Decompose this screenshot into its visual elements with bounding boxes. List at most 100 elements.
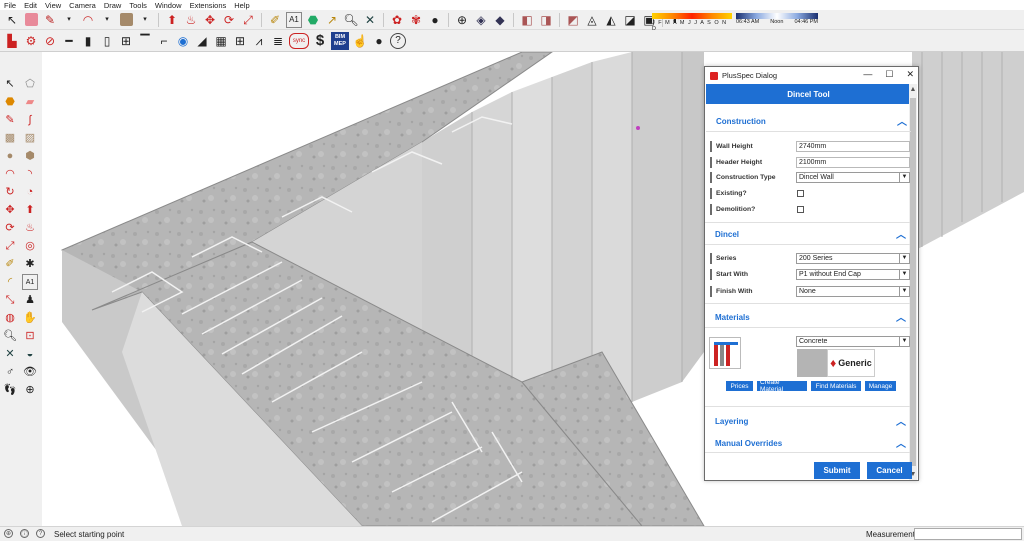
ifc-tool-icon[interactable]: ◉ <box>175 33 191 49</box>
menu-camera[interactable]: Camera <box>69 1 96 10</box>
zoom-window-icon[interactable]: ⊡ <box>22 328 38 344</box>
prices-button[interactable]: Prices <box>726 381 753 391</box>
material-select[interactable]: Concrete ▼ <box>796 336 910 347</box>
line-tool-icon[interactable]: ━ <box>61 33 77 49</box>
collapse-chevron-icon[interactable]: ︿ <box>896 309 906 324</box>
help-icon[interactable]: ? <box>36 529 45 538</box>
dimension-icon[interactable]: ✱ <box>22 256 38 272</box>
previous-view-icon[interactable]: ◒ <box>22 346 38 362</box>
paint-bucket-icon[interactable]: ⬣ <box>305 12 321 28</box>
panel-tool-icon[interactable]: ▮ <box>80 33 96 49</box>
paint-bucket-icon[interactable]: ⬣ <box>2 94 18 110</box>
look-around-icon[interactable]: 👁︎ <box>22 364 38 380</box>
rectangle-icon[interactable] <box>118 12 134 28</box>
geo-location-icon[interactable]: ⊕ <box>4 529 13 538</box>
dropdown-arrow-icon[interactable]: ▾ <box>137 12 153 28</box>
chevron-down-icon[interactable]: ▼ <box>899 287 909 296</box>
cabinet-tool-icon[interactable]: ▦ <box>213 33 229 49</box>
rotate-icon[interactable]: ⟳ <box>221 12 237 28</box>
roof-tool-icon[interactable]: ⩘ <box>251 33 267 49</box>
shadow-date-slider[interactable]: J F M A M J J A S O N D <box>652 13 732 32</box>
warehouse-icon[interactable]: ✿ <box>389 12 405 28</box>
push-pull-icon[interactable]: ⬆ <box>164 12 180 28</box>
finish-with-select[interactable]: None ▼ <box>796 286 910 297</box>
position-camera-icon[interactable]: ♂ <box>2 364 18 380</box>
style-xray-icon[interactable]: ◩ <box>565 12 581 28</box>
window-tool-icon[interactable]: ⊞ <box>118 33 134 49</box>
menu-edit[interactable]: Edit <box>24 1 37 10</box>
circle-dot-icon[interactable]: ● <box>371 33 387 49</box>
chevron-down-icon[interactable]: ▼ <box>899 337 909 346</box>
scale-icon[interactable]: ⤢ <box>240 12 256 28</box>
find-materials-button[interactable]: Find Materials <box>811 381 861 391</box>
column-tool-icon[interactable]: ▯ <box>99 33 115 49</box>
section-plane-icon[interactable]: ◈ <box>473 12 489 28</box>
bim-mep-button[interactable]: BIM MEP <box>331 31 349 50</box>
text-icon[interactable]: A1 <box>286 11 302 28</box>
menu-draw[interactable]: Draw <box>104 1 122 10</box>
hand-icon[interactable]: ☝ <box>352 33 368 49</box>
view-top-icon[interactable]: ◧ <box>519 12 535 28</box>
rotate-icon[interactable]: ⟳ <box>2 220 18 236</box>
help-icon[interactable]: ? <box>390 32 406 49</box>
dropdown-arrow-icon[interactable]: ▾ <box>99 12 115 28</box>
scroll-up-icon[interactable]: ▲ <box>909 86 917 93</box>
pencil-icon[interactable]: ✎ <box>42 12 58 28</box>
collapse-chevron-icon[interactable]: ︿ <box>896 413 906 428</box>
close-icon[interactable]: ✕ <box>906 69 914 80</box>
settings-wheel-icon[interactable]: ⚙ <box>23 33 39 49</box>
menu-window[interactable]: Window <box>155 1 182 10</box>
grid-tool-icon[interactable]: ⊞ <box>232 33 248 49</box>
series-select[interactable]: 200 Series ▼ <box>796 253 910 264</box>
submit-button[interactable]: Submit <box>814 462 860 479</box>
walk-icon[interactable]: 👣︎ <box>2 382 18 398</box>
pencil-icon[interactable]: ✎ <box>2 112 18 128</box>
section-plane-icon[interactable]: ⊕ <box>22 382 38 398</box>
style-hidden-icon[interactable]: ◭ <box>603 12 619 28</box>
chevron-down-icon[interactable]: ▼ <box>899 254 909 263</box>
orbit-icon[interactable]: ◍ <box>2 310 18 326</box>
start-with-select[interactable]: P1 without End Cap ▼ <box>796 269 910 280</box>
header-height-field[interactable]: 2100mm <box>796 157 910 168</box>
sync-icon[interactable]: sync <box>289 32 309 49</box>
section-display-icon[interactable]: ◆ <box>492 12 508 28</box>
maximize-icon[interactable]: ☐ <box>885 69 893 80</box>
menu-view[interactable]: View <box>45 1 61 10</box>
wall-tool-icon[interactable]: ▙ <box>4 33 20 49</box>
orbit-icon[interactable]: ⊕ <box>454 12 470 28</box>
offset-icon[interactable]: ◎ <box>22 238 38 254</box>
arc2-icon[interactable]: ◝ <box>22 166 38 182</box>
protractor-icon[interactable]: ◜ <box>2 274 18 290</box>
menu-extensions[interactable]: Extensions <box>190 1 227 10</box>
scroll-thumb[interactable] <box>910 98 916 466</box>
chevron-down-icon[interactable]: ▼ <box>899 173 909 182</box>
zoom-extents-icon[interactable]: ✕ <box>2 346 18 362</box>
chevron-down-icon[interactable]: ▼ <box>899 270 909 279</box>
move-icon[interactable]: ✥ <box>202 12 218 28</box>
rectangle-icon[interactable]: ▩ <box>2 130 18 146</box>
arc-icon[interactable]: ◠ <box>80 12 96 28</box>
select-arrow-icon[interactable]: ↖ <box>4 12 20 28</box>
pie-icon[interactable]: ◔ <box>22 184 38 200</box>
section-layering[interactable]: Layering ︿ <box>705 413 910 429</box>
shadow-time-slider[interactable]: 06:43 AM Noon 04:46 PM <box>736 13 818 27</box>
existing-checkbox[interactable] <box>797 190 804 197</box>
section-dincel[interactable]: Dincel ︿ <box>705 226 910 242</box>
select-arrow-icon[interactable]: ↖ <box>2 76 18 92</box>
move-icon[interactable]: ✥ <box>2 202 18 218</box>
minimize-icon[interactable]: — <box>863 69 872 80</box>
menu-tools[interactable]: Tools <box>129 1 147 10</box>
style-wireframe-icon[interactable]: ◬ <box>584 12 600 28</box>
slab-tool-icon[interactable]: ◢ <box>194 33 210 49</box>
text-icon[interactable]: A1 <box>22 274 38 290</box>
section-construction[interactable]: Construction ︿ <box>706 113 911 129</box>
zoom-icon[interactable]: 🔍︎ <box>2 328 18 344</box>
arc-icon[interactable]: ◠ <box>2 166 18 182</box>
wall-height-field[interactable]: 2740mm <box>796 141 910 152</box>
eraser-icon[interactable] <box>23 12 39 28</box>
follow-me-icon[interactable]: ♨ <box>22 220 38 236</box>
scale-icon[interactable]: ⤢ <box>2 238 18 254</box>
create-material-button[interactable]: Create Material <box>757 379 807 393</box>
circle-icon[interactable]: ● <box>2 148 18 164</box>
axes-icon[interactable]: ⤡ <box>2 292 18 308</box>
